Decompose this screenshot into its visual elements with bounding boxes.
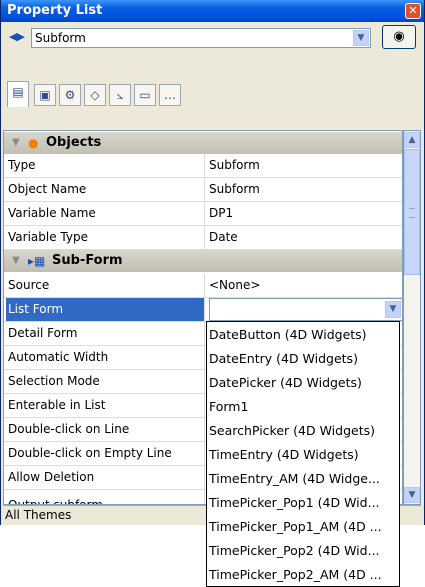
display-icon: ▣ — [39, 88, 51, 102]
property-label: Detail Form — [6, 322, 205, 345]
dropdown-option[interactable]: DatePicker (4D Widgets) — [207, 372, 399, 394]
property-label: Type — [6, 154, 205, 177]
section-sub-form[interactable]: ▼ ▸▦ Sub-Form — [4, 250, 402, 272]
dropdown-option[interactable]: Form1 — [207, 396, 399, 418]
tab-properties[interactable]: ▤ — [7, 81, 29, 107]
tab-chart[interactable]: ⦣ — [109, 84, 131, 106]
property-value: Subform — [209, 158, 260, 172]
row-variable-name[interactable]: Variable Name DP1 — [4, 202, 402, 226]
title-bar[interactable]: Property List ✕ — [1, 0, 424, 22]
property-value: <None> — [209, 278, 261, 292]
object-selector-row: ◀▶ Subform ▼ ◉ — [1, 22, 424, 52]
chart-icon: ⦣ — [116, 88, 124, 102]
property-label: Allow Deletion — [6, 466, 205, 489]
subform-section-icon: ▸▦ — [28, 254, 46, 268]
row-type[interactable]: Type Subform — [4, 154, 402, 178]
tab-objects[interactable]: ◇ — [84, 84, 106, 106]
property-label: Variable Type — [6, 226, 205, 249]
properties-icon: ▤ — [12, 85, 24, 99]
preview-button[interactable]: ◉ — [382, 25, 416, 49]
dropdown-option[interactable]: TimePicker_Pop1_AM (4D ... — [207, 516, 399, 538]
row-object-name[interactable]: Object Name Subform — [4, 178, 402, 202]
property-value: Subform — [209, 182, 260, 196]
vertical-scrollbar[interactable]: ▲ ▼ — [403, 130, 421, 505]
row-variable-type[interactable]: Variable Type Date — [4, 226, 402, 250]
gear-icon: ⚙ — [64, 88, 76, 102]
property-label: Double-click on Empty Line — [6, 442, 205, 465]
property-label: Variable Name — [6, 202, 205, 225]
close-icon: ✕ — [408, 4, 418, 17]
nav-arrows-icon[interactable]: ◀▶ — [9, 30, 25, 43]
object-selector-value: Subform — [35, 31, 86, 45]
property-label: Object Name — [6, 178, 205, 201]
dropdown-option[interactable]: TimeEntry (4D Widgets) — [207, 444, 399, 466]
collapse-triangle-icon[interactable]: ▼ — [12, 250, 20, 272]
list-form-dropdown: DateButton (4D Widgets) DateEntry (4D Wi… — [206, 321, 400, 587]
objects-icon: ◇ — [90, 88, 100, 102]
property-label: List Form — [6, 298, 205, 321]
tab-display[interactable]: ▣ — [34, 84, 56, 106]
object-selector[interactable]: Subform ▼ — [31, 28, 371, 48]
list-form-select[interactable]: ▼ — [209, 298, 402, 321]
window-title: Property List — [7, 3, 103, 18]
row-list-form[interactable]: List Form ▼ — [4, 298, 402, 322]
monitor-icon: ▭ — [139, 88, 151, 102]
property-label: Output subform — [6, 490, 205, 504]
dropdown-option[interactable]: DateEntry (4D Widgets) — [207, 348, 399, 370]
tab-more[interactable]: … — [159, 84, 181, 106]
dropdown-option[interactable]: TimePicker_Pop1 (4D Wid... — [207, 492, 399, 514]
chevron-down-icon[interactable]: ▼ — [353, 30, 369, 46]
dropdown-option[interactable]: SearchPicker (4D Widgets) — [207, 420, 399, 442]
property-value: Date — [209, 230, 238, 244]
collapse-triangle-icon[interactable]: ▼ — [12, 132, 20, 154]
eye-icon: ◉ — [393, 29, 405, 44]
property-value: DP1 — [209, 206, 234, 220]
section-title: Objects — [46, 135, 102, 150]
theme-status: All Themes — [5, 508, 72, 522]
dropdown-option[interactable]: TimePicker_Pop2 (4D Wid... — [207, 540, 399, 562]
property-label: Double-click on Line — [6, 418, 205, 441]
tab-settings[interactable]: ⚙ — [59, 84, 81, 106]
dropdown-option[interactable]: DateButton (4D Widgets) — [207, 324, 399, 346]
dropdown-option[interactable]: TimeEntry_AM (4D Widge... — [207, 468, 399, 490]
more-icon: … — [164, 88, 176, 102]
row-source[interactable]: Source <None> — [4, 274, 402, 298]
property-label: Selection Mode — [6, 370, 205, 393]
property-label: Automatic Width — [6, 346, 205, 369]
property-label: Source — [6, 274, 205, 297]
section-title: Sub-Form — [52, 253, 123, 268]
scroll-thumb[interactable] — [404, 149, 420, 275]
dropdown-option[interactable]: TimePicker_Pop2_AM (4D ... — [207, 564, 399, 586]
scroll-up-icon[interactable]: ▲ — [404, 132, 420, 148]
tab-monitor[interactable]: ▭ — [134, 84, 156, 106]
section-objects[interactable]: ▼ ● Objects — [4, 132, 402, 154]
chevron-down-icon[interactable]: ▼ — [385, 301, 401, 318]
grip-icon — [409, 208, 415, 218]
property-label: Enterable in List — [6, 394, 205, 417]
scroll-down-icon[interactable]: ▼ — [404, 487, 420, 503]
close-button[interactable]: ✕ — [405, 3, 421, 19]
theme-tabs: ▤ ▣ ⚙ ◇ ⦣ ▭ … — [1, 52, 424, 130]
objects-section-icon: ● — [28, 136, 39, 150]
